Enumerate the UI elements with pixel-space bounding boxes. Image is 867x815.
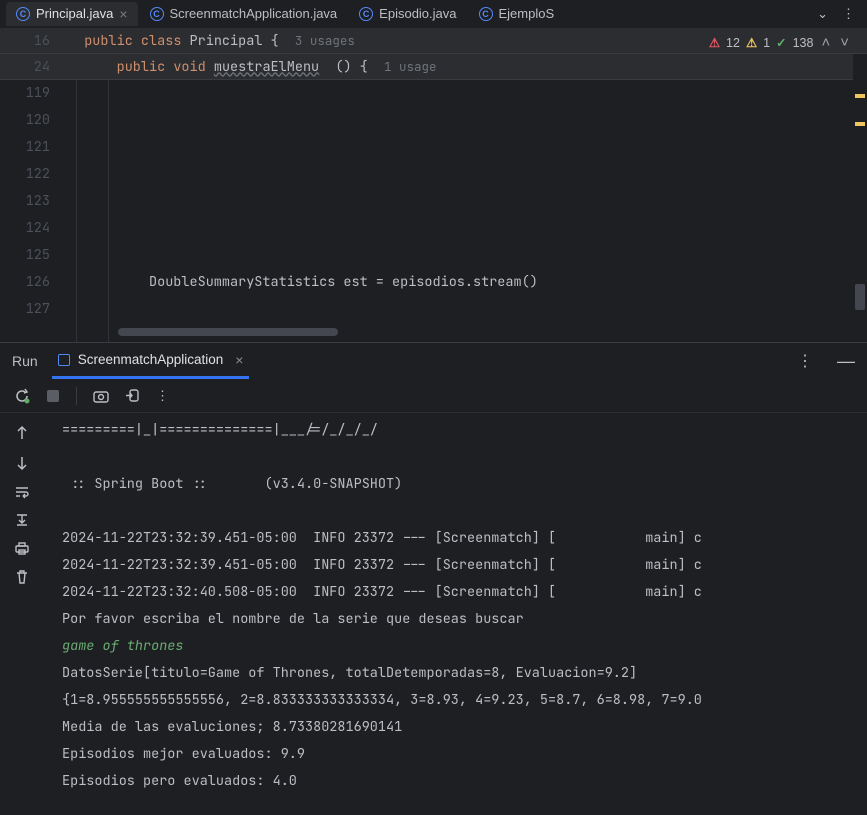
code-lines[interactable]: DoubleSummaryStatistics est = episodios.… (68, 80, 867, 342)
run-header: Run ScreenmatchApplication × ⋮ — (0, 343, 867, 379)
rerun-button[interactable] (14, 388, 30, 404)
trash-icon[interactable] (15, 569, 29, 585)
exit-icon[interactable] (125, 388, 140, 403)
scrollbar-thumb[interactable] (855, 284, 865, 310)
horizontal-scrollbar[interactable] (68, 328, 851, 338)
print-icon[interactable] (14, 541, 30, 555)
chevron-down-icon[interactable]: ˅ (838, 34, 851, 51)
tab-principal[interactable]: C Principal.java × (6, 2, 138, 26)
tab-label: Episodio.java (379, 6, 456, 21)
screenshot-icon[interactable] (93, 389, 109, 403)
tab-label: EjemploS (499, 6, 555, 21)
tab-label: ScreenmatchApplication.java (170, 6, 338, 21)
app-icon (58, 354, 70, 366)
editor: 16 public class Principal { 3 usages 24 … (0, 28, 867, 342)
run-toolbar: ⋮ (0, 379, 867, 413)
ok-icon: ✓ (776, 35, 786, 50)
sticky-header-2[interactable]: 24 public void muestraElMenu () { 1 usag… (0, 54, 867, 80)
sticky-code: public class Principal { 3 usages (68, 32, 355, 50)
run-title: Run (12, 353, 38, 369)
editor-tab-bar: C Principal.java × C ScreenmatchApplicat… (0, 0, 867, 28)
more-icon[interactable]: ⋮ (156, 388, 169, 404)
run-tool-window: Run ScreenmatchApplication × ⋮ — ⋮ (0, 342, 867, 815)
class-icon: C (150, 7, 164, 21)
close-icon[interactable]: × (231, 352, 243, 368)
inspection-widget[interactable]: ⚠12 ⚠1 ✓138 ˄ ˅ (705, 32, 855, 53)
chevron-up-icon[interactable]: ˄ (819, 34, 832, 51)
console-output[interactable]: =========|_|==============|___/=/_/_/_/ … (44, 413, 867, 815)
run-config-label: ScreenmatchApplication (78, 352, 224, 367)
soft-wrap-icon[interactable] (14, 485, 30, 499)
run-config-tab[interactable]: ScreenmatchApplication × (52, 343, 250, 379)
tab-screenmatchapp[interactable]: C ScreenmatchApplication.java (140, 2, 348, 25)
down-arrow-icon[interactable] (15, 455, 29, 471)
gutter: 119120121122123124125126127 (0, 80, 68, 342)
more-icon[interactable]: ⋮ (842, 6, 855, 22)
sticky-code: public void muestraElMenu () { 1 usage (68, 58, 437, 76)
chevron-down-icon[interactable]: ⌄ (817, 6, 828, 22)
line-number: 16 (0, 32, 68, 50)
tab-ejemplo[interactable]: C EjemploS (469, 2, 565, 25)
run-sidebar (0, 413, 44, 815)
up-arrow-icon[interactable] (15, 425, 29, 441)
line-number: 24 (0, 58, 68, 76)
code-area[interactable]: 119120121122123124125126127 DoubleSummar… (0, 80, 867, 342)
class-icon: C (479, 7, 493, 21)
tab-episodio[interactable]: C Episodio.java (349, 2, 466, 25)
error-stripe[interactable] (853, 54, 867, 334)
tab-label: Principal.java (36, 6, 113, 21)
scroll-end-icon[interactable] (14, 513, 30, 527)
class-icon: C (359, 7, 373, 21)
error-icon: ⚠ (709, 35, 720, 50)
stop-button[interactable] (46, 389, 60, 403)
close-icon[interactable]: × (119, 6, 127, 22)
more-icon[interactable]: ⋮ (797, 351, 813, 371)
warning-icon: ⚠ (746, 35, 757, 50)
minimize-icon[interactable]: — (827, 351, 855, 372)
class-icon: C (16, 7, 30, 21)
